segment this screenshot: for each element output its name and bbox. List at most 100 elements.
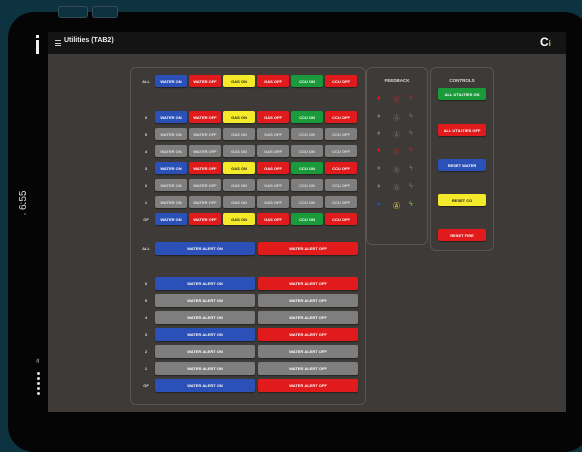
utility-button[interactable]: WATER OFF bbox=[189, 196, 221, 208]
drop-icon: ♦ bbox=[377, 165, 381, 172]
drop-icon: ♦ bbox=[377, 130, 381, 137]
drop-icon: ♦ bbox=[377, 95, 381, 102]
utility-button[interactable]: WATER OFF bbox=[189, 145, 221, 157]
utility-button[interactable]: GAS ON bbox=[223, 145, 255, 157]
utility-button[interactable]: GAS OFF bbox=[257, 145, 289, 157]
control-button-reset-water[interactable]: RESET WATER bbox=[438, 159, 486, 171]
control-button-all-utilities-off[interactable]: ALL UTILITIES OFF bbox=[438, 124, 486, 136]
utility-button[interactable]: WATER OFF bbox=[189, 162, 221, 174]
brand-logo: Ci bbox=[540, 35, 551, 49]
controls-header: CONTROLS bbox=[449, 78, 475, 83]
warning-icon: Ⓐ bbox=[393, 167, 400, 174]
utility-button[interactable]: GAS OFF bbox=[257, 128, 289, 140]
utility-button[interactable]: GAS ON bbox=[223, 213, 255, 225]
utility-button[interactable]: CCU ON bbox=[291, 75, 323, 87]
alert-row-label: GF bbox=[143, 383, 149, 388]
control-button-reset-fire[interactable]: RESET FIRE bbox=[438, 229, 486, 241]
water-alert-off-button[interactable]: WATER ALERT OFF bbox=[258, 345, 358, 358]
row-label: 3 bbox=[144, 166, 148, 171]
utility-button[interactable]: CCU OFF bbox=[325, 111, 357, 123]
warning-icon: Ⓐ bbox=[393, 132, 400, 139]
utility-button[interactable]: CCU OFF bbox=[325, 128, 357, 140]
water-alert-on-button[interactable]: WATER ALERT ON bbox=[155, 311, 255, 324]
utility-button[interactable]: CCU ON bbox=[291, 145, 323, 157]
water-alert-off-button[interactable]: WATER ALERT OFF bbox=[258, 328, 358, 341]
control-button-reset-co[interactable]: RESET CO bbox=[438, 194, 486, 206]
utility-button[interactable]: GAS OFF bbox=[257, 179, 289, 191]
utility-button[interactable]: WATER OFF bbox=[189, 75, 221, 87]
utility-button[interactable]: WATER ON bbox=[155, 162, 187, 174]
water-alert-off-button[interactable]: WATER ALERT OFF bbox=[258, 242, 358, 255]
water-alert-off-button[interactable]: WATER ALERT OFF bbox=[258, 311, 358, 324]
utility-button[interactable]: GAS OFF bbox=[257, 196, 289, 208]
utility-button[interactable]: CCU ON bbox=[291, 111, 323, 123]
water-alert-on-button[interactable]: WATER ALERT ON bbox=[155, 379, 255, 392]
utility-grid-panel: ALL WATER ON WATER OFF GAS ON GAS OFF CCU ON C… bbox=[130, 67, 366, 405]
water-alert-on-button[interactable]: WATER ALERT ON bbox=[155, 345, 255, 358]
utility-button[interactable]: GAS ON bbox=[223, 128, 255, 140]
feedback-panel: FEEDBACK ♦ Ⓐϟ ♦ Ⓐϟ ♦ Ⓐϟ ♦ Ⓐϟ ♦ Ⓐϟ ♦ Ⓐϟ ♦ Ⓐϟ bbox=[366, 67, 428, 245]
info-icon bbox=[36, 35, 39, 54]
utility-button[interactable]: WATER ON bbox=[155, 213, 187, 225]
utility-button[interactable]: WATER OFF bbox=[189, 111, 221, 123]
row-label: 4 bbox=[144, 149, 148, 154]
control-button-all-utilities-on[interactable]: ALL UTILITIES ON bbox=[438, 88, 486, 100]
camera-bump bbox=[58, 6, 88, 18]
alert-row-label: 2 bbox=[144, 349, 148, 354]
water-alert-off-button[interactable]: WATER ALERT OFF bbox=[258, 362, 358, 375]
controls-panel: CONTROLS ALL UTILITIES ON ALL UTILITIES O… bbox=[430, 67, 494, 251]
water-alert-on-button[interactable]: WATER ALERT ON bbox=[155, 277, 255, 290]
wifi-icon: ≈ bbox=[33, 358, 43, 363]
utility-button[interactable]: CCU OFF bbox=[325, 196, 357, 208]
utility-button[interactable]: WATER OFF bbox=[189, 128, 221, 140]
utility-button[interactable]: CCU OFF bbox=[325, 213, 357, 225]
utility-button[interactable]: CCU ON bbox=[291, 196, 323, 208]
utility-button[interactable]: WATER ON bbox=[155, 111, 187, 123]
water-alert-off-button[interactable]: WATER ALERT OFF bbox=[258, 379, 358, 392]
utility-button[interactable]: WATER ON bbox=[155, 128, 187, 140]
utility-button[interactable]: GAS ON bbox=[223, 75, 255, 87]
water-alert-on-button[interactable]: WATER ALERT ON bbox=[155, 362, 255, 375]
row-label: 6 bbox=[144, 115, 148, 120]
utility-button[interactable]: CCU OFF bbox=[325, 145, 357, 157]
water-alert-on-button[interactable]: WATER ALERT ON bbox=[155, 328, 255, 341]
hamburger-menu-icon[interactable] bbox=[55, 40, 61, 48]
utility-button[interactable]: GAS OFF bbox=[257, 111, 289, 123]
utility-button[interactable]: WATER ON bbox=[155, 145, 187, 157]
utility-button[interactable]: CCU ON bbox=[291, 128, 323, 140]
warning-icon: Ⓐ bbox=[393, 149, 400, 156]
utility-button[interactable]: WATER OFF bbox=[189, 213, 221, 225]
utility-button[interactable]: CCU OFF bbox=[325, 179, 357, 191]
bolt-icon: ϟ bbox=[409, 130, 413, 137]
utility-button[interactable]: WATER ON bbox=[155, 179, 187, 191]
utility-button[interactable]: WATER OFF bbox=[189, 179, 221, 191]
utility-button[interactable]: GAS ON bbox=[223, 179, 255, 191]
row-label: ALL bbox=[142, 79, 150, 84]
utility-button[interactable]: GAS ON bbox=[223, 111, 255, 123]
water-alert-off-button[interactable]: WATER ALERT OFF bbox=[258, 277, 358, 290]
main-content: ALL WATER ON WATER OFF GAS ON GAS OFF CCU ON C… bbox=[48, 54, 566, 412]
utility-button[interactable]: CCU ON bbox=[291, 179, 323, 191]
utility-button[interactable]: GAS ON bbox=[223, 196, 255, 208]
utility-button[interactable]: GAS ON bbox=[223, 162, 255, 174]
drop-icon: ♦ bbox=[377, 201, 381, 208]
utility-button[interactable]: CCU OFF bbox=[325, 162, 357, 174]
water-alert-off-button[interactable]: WATER ALERT OFF bbox=[258, 294, 358, 307]
camera-bump-2 bbox=[92, 6, 118, 18]
warning-icon: Ⓐ bbox=[393, 185, 400, 192]
feedback-header: FEEDBACK bbox=[384, 78, 410, 83]
drop-icon: ♦ bbox=[377, 113, 381, 120]
alert-row-label: 3 bbox=[144, 332, 148, 337]
alert-row-label: 1 bbox=[144, 366, 148, 371]
bolt-icon: ϟ bbox=[409, 147, 413, 154]
utility-button[interactable]: CCU ON bbox=[291, 162, 323, 174]
utility-button[interactable]: CCU OFF bbox=[325, 75, 357, 87]
utility-button[interactable]: GAS OFF bbox=[257, 213, 289, 225]
utility-button[interactable]: GAS OFF bbox=[257, 162, 289, 174]
utility-button[interactable]: GAS OFF bbox=[257, 75, 289, 87]
water-alert-on-button[interactable]: WATER ALERT ON bbox=[155, 242, 255, 255]
utility-button[interactable]: CCU ON bbox=[291, 213, 323, 225]
utility-button[interactable]: WATER ON bbox=[155, 75, 187, 87]
water-alert-on-button[interactable]: WATER ALERT ON bbox=[155, 294, 255, 307]
utility-button[interactable]: WATER ON bbox=[155, 196, 187, 208]
